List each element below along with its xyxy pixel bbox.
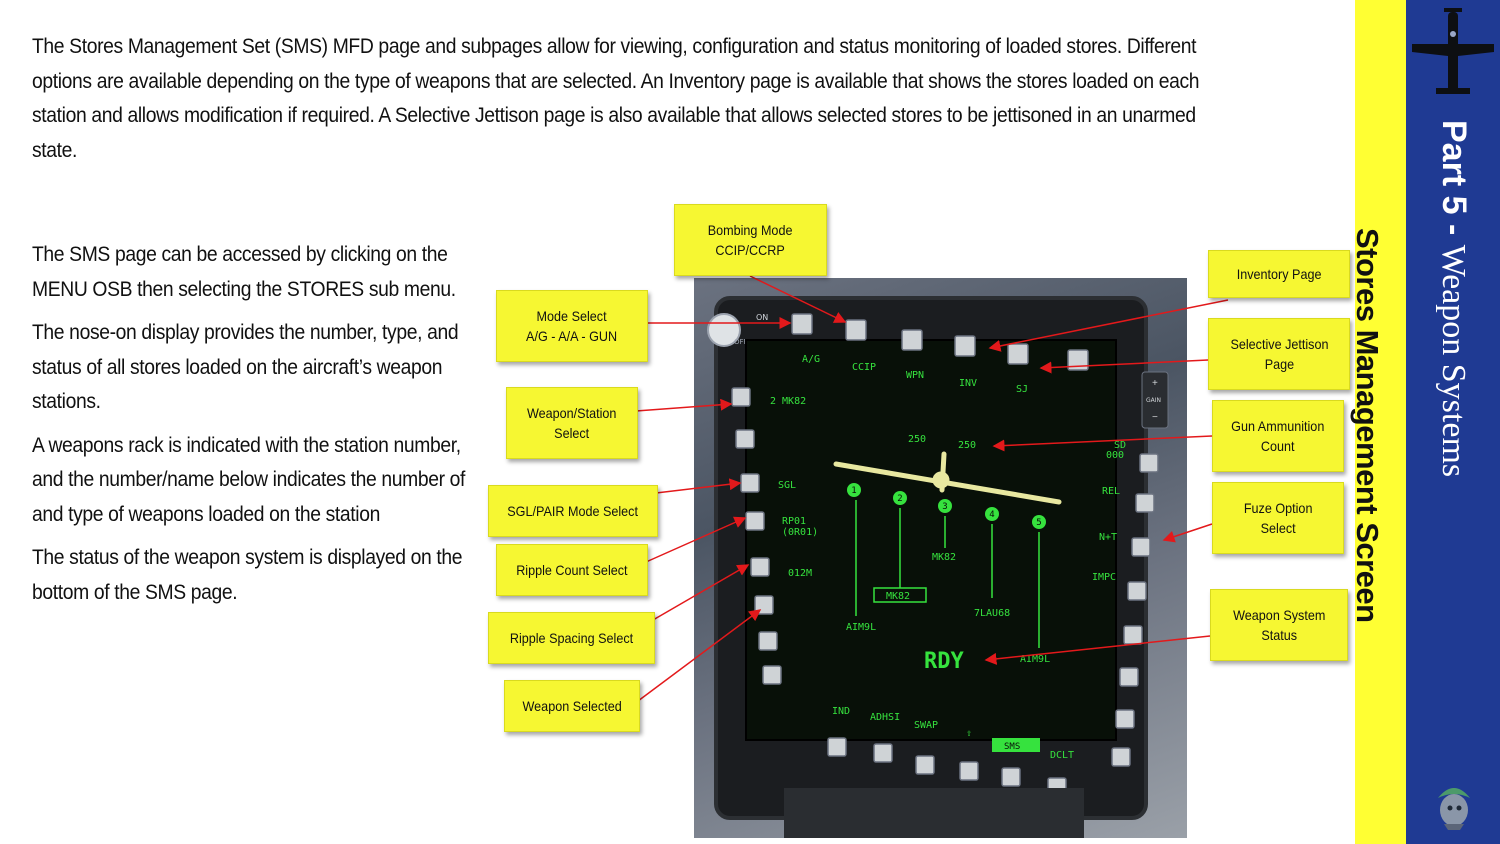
topic-label: Weapon Systems: [1435, 244, 1472, 478]
part-label: Part 5: [1435, 120, 1473, 215]
callout-weapon-status: Weapon System Status: [1210, 589, 1348, 661]
arrow-ripple-spacing: [652, 564, 750, 621]
arrow-weapon-status: [984, 635, 1211, 665]
arrow-ripple-count: [645, 516, 747, 563]
callout-selective-jettison: Selective Jettison Page: [1208, 318, 1350, 390]
arrow-gun-ammo: [992, 435, 1213, 452]
callout-fuze-option: Fuze Option Select: [1212, 482, 1344, 554]
arrow-sgl-pair: [655, 478, 742, 494]
callout-weapon-station: Weapon/Station Select: [506, 387, 638, 459]
section-title: Part 5 - Weapon Systems: [1434, 120, 1473, 477]
callout-inventory-page: Inventory Page: [1208, 250, 1350, 298]
mascot-logo-icon: [1438, 788, 1470, 830]
callout-gun-ammo: Gun Ammunition Count: [1212, 400, 1344, 472]
aircraft-logo-icon: [1412, 8, 1494, 94]
callout-bombing-mode: Bombing Mode CCIP/CCRP: [674, 204, 827, 276]
callout-sgl-pair: SGL/PAIR Mode Select: [488, 485, 658, 537]
arrow-selective-jettison: [1039, 359, 1209, 374]
callout-mode-select: Mode Select A/G - A/A - GUN: [496, 290, 648, 362]
callout-ripple-count: Ripple Count Select: [496, 544, 648, 596]
section-subtitle: Stores Management Screen: [1350, 228, 1385, 623]
arrow-bombing-mode: [749, 275, 847, 323]
title-separator: -: [1435, 214, 1473, 245]
arrow-inventory: [988, 299, 1229, 352]
arrow-fuze: [1162, 523, 1213, 543]
callout-ripple-spacing: Ripple Spacing Select: [488, 612, 655, 664]
arrow-weapon-station: [635, 398, 733, 412]
arrow-weapon-selected: [637, 609, 762, 702]
callout-weapon-selected: Weapon Selected: [504, 680, 640, 732]
